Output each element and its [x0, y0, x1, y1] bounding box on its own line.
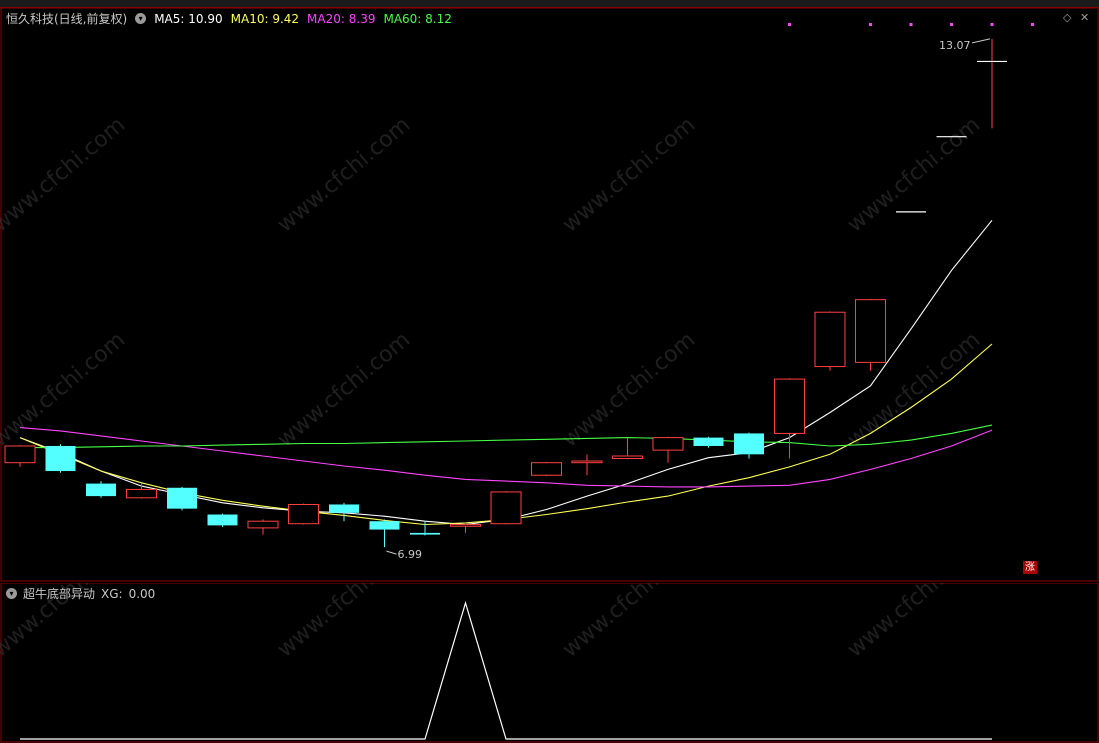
high-price-label: 13.07 [939, 39, 971, 52]
watermark-text: www.cfchi.com [273, 112, 415, 237]
price-chart-panel: www.cfchi.com www.cfchi.com www.cfchi.com w… [0, 8, 1099, 582]
chart-title: 恒久科技(日线,前复权) [6, 12, 128, 26]
signal-dot [950, 23, 953, 26]
xg-value: 0.00 [128, 586, 156, 601]
candle-body [288, 503, 319, 525]
signal-dot [909, 23, 913, 26]
close-icon[interactable]: ✕ [1080, 11, 1089, 24]
indicator-options-icon[interactable]: ▾ [6, 588, 17, 599]
diamond-icon[interactable]: ◇ [1063, 11, 1071, 24]
candle [855, 298, 886, 371]
xg-series-line [20, 600, 992, 740]
candle-body [410, 532, 440, 535]
indicator-border [0, 583, 1099, 743]
xg-label: XG: [101, 586, 123, 601]
signal-dot [869, 23, 872, 26]
candle [288, 503, 319, 525]
watermark-text: www.cfchi.com [843, 583, 985, 663]
candle-body [734, 433, 764, 455]
low-price-label: 6.99 [398, 548, 423, 561]
ma60-legend: MA60: 8.12 [383, 11, 452, 26]
signal-dot [990, 23, 994, 26]
candle-body [207, 514, 238, 526]
candle-body [814, 311, 846, 368]
options-icon[interactable]: ▾ [135, 13, 147, 24]
watermark-text: www.cfchi.com [843, 112, 985, 237]
candle-body [4, 445, 36, 464]
signal-dot [1031, 23, 1034, 26]
candle [329, 502, 359, 522]
candle-body [45, 445, 76, 472]
candle [612, 437, 643, 460]
candle [531, 461, 562, 477]
candle-body [167, 487, 197, 509]
candle [247, 519, 279, 535]
limit-up-badge: 涨 [1023, 561, 1037, 574]
candle-body [490, 491, 522, 525]
candle [167, 486, 197, 511]
candle [490, 491, 522, 525]
candle-body [693, 437, 724, 446]
annotation-arrow [386, 550, 397, 555]
candle [977, 38, 1007, 129]
ma5-line [19, 219, 993, 526]
watermark-text: www.cfchi.com [273, 327, 415, 452]
candle [734, 432, 764, 459]
candle [814, 311, 846, 371]
candle-body [774, 378, 805, 434]
indicator-legend: ▾ 超牛底部异动 XG: 0.00 [6, 585, 155, 602]
price-annotations: 13.07 6.99 [386, 38, 991, 561]
candle-body [329, 504, 359, 513]
toolbar-strip [0, 0, 1099, 8]
annotation-arrow [971, 38, 991, 44]
price-chart: www.cfchi.com www.cfchi.com www.cfchi.com w… [0, 8, 1099, 582]
panel-border [0, 8, 1099, 582]
candle-body [86, 483, 116, 497]
candle-body [612, 455, 643, 460]
candle-body [369, 521, 400, 530]
ma5-legend: MA5: 10.90 [154, 11, 223, 26]
candle [774, 378, 805, 459]
indicator-panel: www.cfchi.com www.cfchi.com www.cfchi.com w… [0, 583, 1099, 743]
candle [693, 436, 724, 448]
candle-body [855, 299, 886, 363]
indicator-title: 超牛底部异动 [23, 587, 96, 601]
candle [207, 513, 238, 528]
watermark-group: www.cfchi.com www.cfchi.com www.cfchi.com w… [0, 112, 985, 452]
candle-body [571, 460, 603, 464]
watermark-text: www.cfchi.com [273, 583, 415, 663]
watermark-text: www.cfchi.com [558, 327, 700, 452]
ma20-legend: MA20: 8.39 [307, 11, 376, 26]
indicator-line [20, 600, 992, 740]
ma10-legend: MA10: 9.42 [230, 11, 300, 26]
watermark-text: www.cfchi.com [558, 583, 700, 663]
watermark-text: www.cfchi.com [0, 112, 130, 237]
indicator-chart: www.cfchi.com www.cfchi.com www.cfchi.com w… [0, 583, 1099, 743]
candle [86, 481, 116, 498]
candle-body [126, 488, 157, 499]
candle-body [531, 462, 562, 476]
candle [652, 436, 684, 463]
candle-body [247, 520, 279, 529]
candle [45, 444, 76, 473]
chart-legend: 恒久科技(日线,前复权) ▾ MA5: 10.90 MA10: 9.42 MA2… [6, 10, 452, 27]
watermark-text: www.cfchi.com [558, 112, 700, 237]
candle [4, 445, 36, 467]
candle [571, 454, 603, 476]
signal-dots [788, 23, 1034, 26]
signal-dot [788, 23, 791, 26]
watermark-text: www.cfchi.com [0, 327, 130, 452]
candle-body [450, 524, 481, 527]
candle [369, 519, 400, 548]
candlestick-group [4, 38, 1007, 548]
candle-body [652, 437, 684, 451]
candle [450, 522, 481, 533]
moving-average-lines [19, 219, 993, 526]
